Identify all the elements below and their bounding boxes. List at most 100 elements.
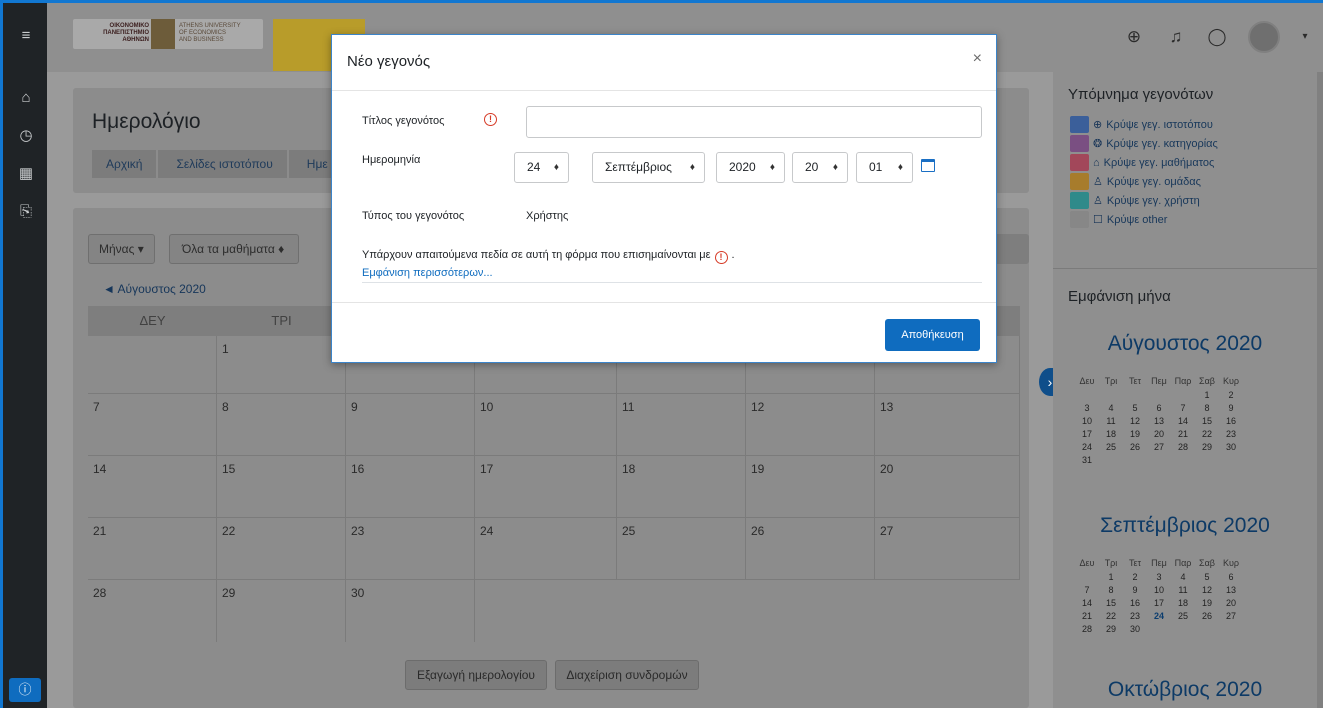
day-cell[interactable]: 10 (475, 394, 617, 456)
day-cell[interactable]: 17 (475, 456, 617, 518)
legend-item-group[interactable]: ♙ Κρύψε γεγ. ομάδας (1070, 173, 1201, 190)
day-cell[interactable]: 25 (617, 518, 746, 580)
avatar[interactable] (1248, 21, 1280, 53)
select-caret-icon: ♦ (769, 162, 775, 173)
event-title-input[interactable] (526, 106, 982, 138)
day-cell[interactable]: 15 (217, 456, 346, 518)
dashboard-icon[interactable]: ◷ (15, 125, 37, 147)
home-icon[interactable]: ⌂ (15, 87, 37, 109)
month-select[interactable]: Σεπτέμβριος ♦ (592, 152, 705, 183)
menu-icon[interactable]: ≡ (15, 25, 37, 47)
view-select[interactable]: Μήνας ▾ (88, 234, 155, 264)
required-icon: ! (484, 113, 497, 126)
calendar-picker-icon[interactable] (921, 159, 935, 172)
legend-item-course[interactable]: ⌂ Κρύψε γεγ. μαθήματος (1070, 154, 1214, 171)
day-cell[interactable]: 18 (617, 456, 746, 518)
mini-month-title[interactable]: Αύγουστος 2020 (1053, 332, 1317, 356)
new-event-modal: Νέο γεγονός × Τίτλος γεγονότος ! Ημερομη… (331, 34, 997, 363)
eye-icon (1070, 135, 1089, 152)
minute-select[interactable]: 01 ♦ (856, 152, 913, 183)
messages-icon[interactable]: ◯ (1205, 25, 1229, 49)
legend-title: Υπόμνημα γεγονότων (1068, 86, 1214, 103)
show-more-link[interactable]: Εμφάνιση περισσότερων... (362, 267, 493, 279)
mini-month-title[interactable]: Οκτώβριος 2020 (1053, 678, 1317, 702)
day-cell[interactable]: 24 (475, 518, 617, 580)
university-logo[interactable]: ΟΙΚΟΝΟΜΙΚΟ ΠΑΝΕΠΙΣΤΗΜΙΟ ΑΘΗΝΩΝ ATHENS UN… (73, 19, 263, 49)
event-type-label: Τύπος του γεγονότος (362, 210, 465, 222)
modal-header: Νέο γεγονός × (332, 35, 996, 91)
eye-icon (1070, 211, 1089, 228)
previous-month-link[interactable]: ◄ Αύγουστος 2020 (103, 282, 206, 296)
info-icon[interactable]: ⓘ (9, 678, 41, 702)
course-select[interactable]: Όλα τα μαθήματα ♦ (169, 234, 299, 264)
day-cell[interactable]: 23 (346, 518, 475, 580)
mini-month-title[interactable]: Σεπτέμβριος 2020 (1053, 514, 1317, 538)
category-icon: ❂ (1093, 138, 1103, 150)
modal-footer: Αποθήκευση (332, 302, 996, 364)
day-cell[interactable]: 21 (88, 518, 217, 580)
logo-english-text: ATHENS UNIVERSITY OF ECONOMICS AND BUSIN… (179, 23, 241, 43)
day-cell[interactable] (88, 336, 217, 394)
day-cell[interactable]: 19 (746, 456, 875, 518)
day-cell[interactable]: 13 (875, 394, 1020, 456)
year-select[interactable]: 2020 ♦ (716, 152, 785, 183)
left-rail: ≡ ⌂ ◷ ▦ ⎘ ⓘ (0, 0, 47, 708)
date-label: Ημερομηνία (362, 154, 421, 166)
event-type-value: Χρήστης (526, 210, 569, 222)
manage-subscriptions-button[interactable]: Διαχείριση συνδρομών (555, 660, 699, 690)
sidebar-divider (1053, 268, 1317, 269)
day-cell[interactable]: 1 (217, 336, 346, 394)
required-icon: ! (714, 251, 728, 264)
day-cell[interactable]: 7 (88, 394, 217, 456)
day-cell[interactable]: 8 (217, 394, 346, 456)
save-button[interactable]: Αποθήκευση (885, 319, 980, 351)
breadcrumb: Αρχική Σελίδες ιστοτόπου Ημε (92, 150, 344, 178)
select-caret-icon: ♦ (832, 162, 838, 173)
breadcrumb-home[interactable]: Αρχική (92, 150, 157, 178)
sidebar-scrollbar[interactable] (1317, 72, 1323, 708)
day-cell[interactable]: 9 (346, 394, 475, 456)
user-icon: ♙ (1093, 195, 1103, 207)
logo-greek-text: ΟΙΚΟΝΟΜΙΚΟ ΠΑΝΕΠΙΣΤΗΜΙΟ ΑΘΗΝΩΝ (103, 23, 149, 43)
legend-item-category[interactable]: ❂ Κρύψε γεγ. κατηγορίας (1070, 135, 1218, 152)
day-cell[interactable]: 29 (217, 580, 346, 642)
eye-icon (1070, 192, 1089, 209)
breadcrumb-site-pages[interactable]: Σελίδες ιστοτόπου (158, 150, 287, 178)
right-sidebar: Υπόμνημα γεγονότων ⊕ Κρύψε γεγ. ιστοτόπο… (1053, 72, 1323, 708)
required-fields-note: Υπάρχουν απαιτούμενα πεδία σε αυτή τη φό… (362, 249, 735, 264)
course-icon: ⌂ (1093, 156, 1100, 169)
page-title: Ημερολόγιο (92, 110, 201, 133)
user-menu-chevron-icon[interactable]: ▾ (1293, 25, 1317, 49)
legend-item-other[interactable]: ☐ Κρύψε other (1070, 211, 1167, 228)
select-caret-icon: ♦ (689, 162, 695, 173)
eye-icon (1070, 154, 1089, 171)
day-cell[interactable]: 28 (88, 580, 217, 642)
calendar-icon[interactable]: ▦ (15, 163, 37, 185)
eye-icon (1070, 116, 1089, 133)
close-icon[interactable]: × (973, 50, 982, 68)
mini-calendar-august: Δευ Τρι Τετ Πεμ Παρ Σαβ Κυρ 12 3456789 10 11 12 1… (1079, 376, 1240, 465)
day-cell[interactable]: 20 (875, 456, 1020, 518)
hour-select[interactable]: 20 ♦ (792, 152, 848, 183)
legend-item-user[interactable]: ♙ Κρύψε γεγ. χρήστη (1070, 192, 1200, 209)
form-divider (362, 282, 982, 283)
files-icon[interactable]: ⎘ (15, 201, 37, 223)
globe-icon: ⊕ (1093, 119, 1103, 131)
day-cell[interactable]: 22 (217, 518, 346, 580)
export-calendar-button[interactable]: Εξαγωγή ημερολογίου (405, 660, 547, 690)
day-header: ΔΕΥ (88, 306, 217, 336)
modal-title: Νέο γεγονός (347, 53, 431, 70)
day-cell[interactable]: 11 (617, 394, 746, 456)
day-select[interactable]: 24 ♦ (514, 152, 569, 183)
logo-crest (151, 19, 175, 49)
day-cell[interactable]: 12 (746, 394, 875, 456)
month-grid: ΔΕΥ ΤΡΙ 1 7 8 9 10 11 12 13 14 15 16 17 … (88, 306, 1020, 696)
day-cell[interactable]: 16 (346, 456, 475, 518)
day-cell[interactable]: 14 (88, 456, 217, 518)
day-cell[interactable]: 30 (346, 580, 475, 642)
day-cell[interactable]: 27 (875, 518, 1020, 580)
language-globe-icon[interactable]: ⊕ (1122, 25, 1146, 49)
notifications-bell-icon[interactable]: ♫ (1164, 25, 1188, 49)
day-cell[interactable]: 26 (746, 518, 875, 580)
legend-item-site[interactable]: ⊕ Κρύψε γεγ. ιστοτόπου (1070, 116, 1213, 133)
